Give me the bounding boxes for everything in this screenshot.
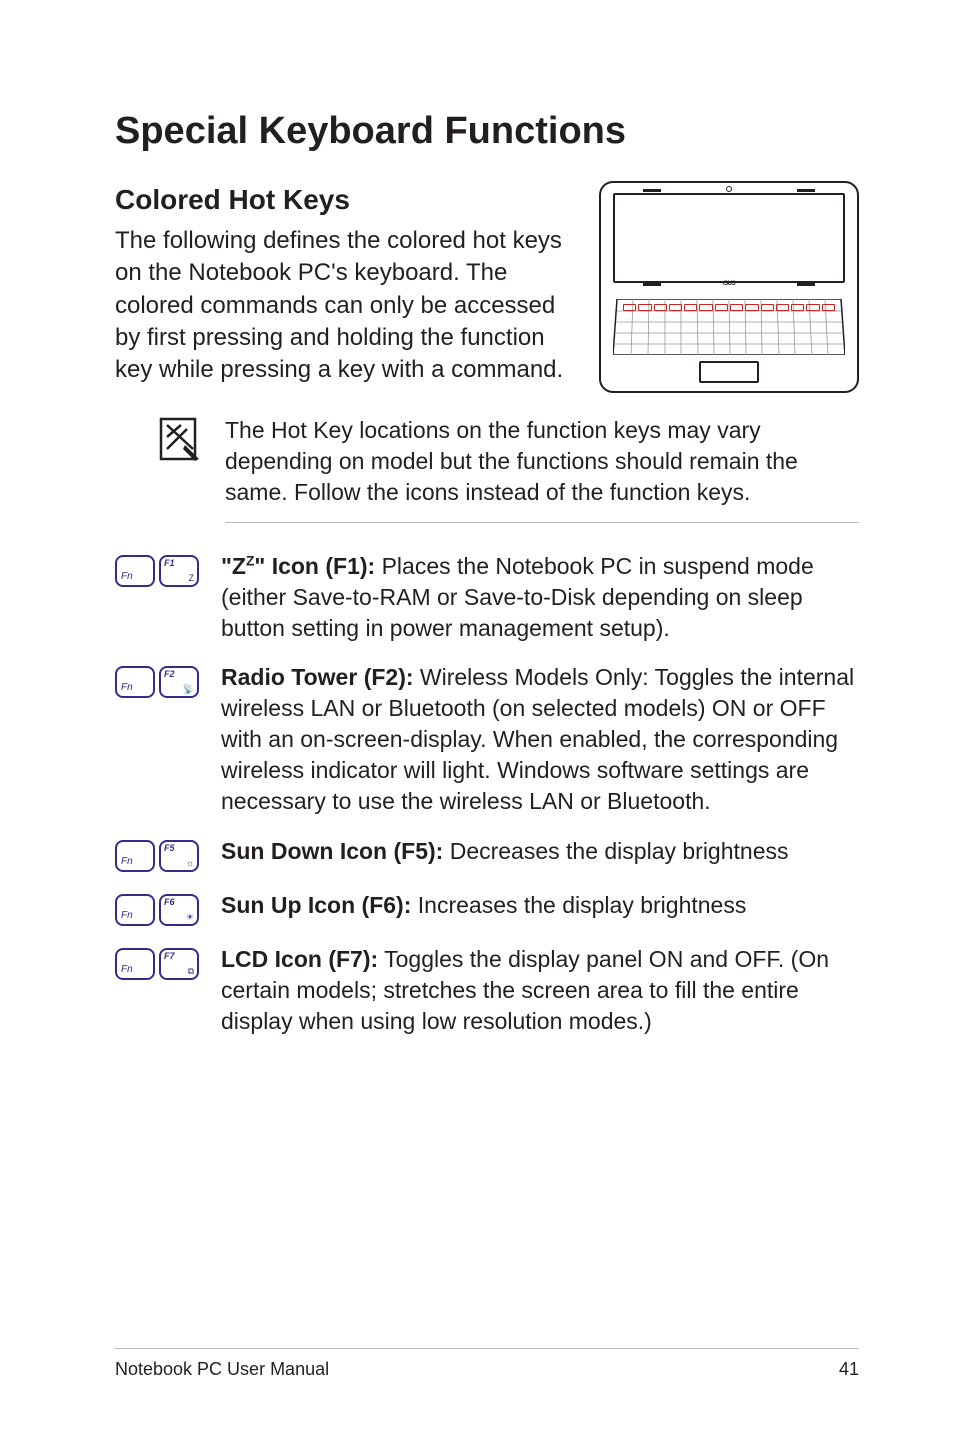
intro-paragraph: The following defines the colored hot ke… xyxy=(115,227,563,384)
key-pair: Fn F2 📡 xyxy=(115,662,213,698)
footer-left: Notebook PC User Manual xyxy=(115,1359,329,1380)
fn-key-icon: Fn xyxy=(115,894,155,926)
hotkey-description: "ZZ" Icon (F1): Places the Notebook PC i… xyxy=(221,551,859,644)
key-pair: Fn F1 Z xyxy=(115,551,213,587)
hotkey-title: LCD Icon (F7): xyxy=(221,946,378,972)
f6-key-icon: F6 ☀ xyxy=(159,894,199,926)
hotkey-body: Decreases the display brightness xyxy=(443,838,788,864)
laptop-base xyxy=(613,289,845,383)
hotkey-title: Sun Up Icon (F6): xyxy=(221,892,411,918)
f2-key-icon: F2 📡 xyxy=(159,666,199,698)
hotkey-description: Radio Tower (F2): Wireless Models Only: … xyxy=(221,662,859,817)
fn-key-icon: Fn xyxy=(115,948,155,980)
note-block: The Hot Key locations on the function ke… xyxy=(155,415,859,523)
footer-page-number: 41 xyxy=(839,1359,859,1380)
hotkey-title: Radio Tower (F2): xyxy=(221,664,414,690)
hotkey-item-f2: Fn F2 📡 Radio Tower (F2): Wireless Model… xyxy=(115,662,859,817)
f7-key-icon: F7 ⧉ xyxy=(159,948,199,980)
hotkey-title: "ZZ" Icon (F1): xyxy=(221,553,375,579)
section-heading: Colored Hot Keys xyxy=(115,181,571,219)
fn-key-icon: Fn xyxy=(115,555,155,587)
hotkey-description: Sun Down Icon (F5): Decreases the displa… xyxy=(221,836,859,867)
hotkey-body: Increases the display brightness xyxy=(411,892,746,918)
hotkey-item-f7: Fn F7 ⧉ LCD Icon (F7): Toggles the displ… xyxy=(115,944,859,1037)
fn-key-icon: Fn xyxy=(115,666,155,698)
hotkey-description: LCD Icon (F7): Toggles the display panel… xyxy=(221,944,859,1037)
note-icon xyxy=(155,415,203,463)
page-footer: Notebook PC User Manual 41 xyxy=(115,1348,859,1380)
hotkey-title: Sun Down Icon (F5): xyxy=(221,838,443,864)
trackpad-icon xyxy=(699,361,759,383)
keyboard-outline xyxy=(613,299,845,355)
intro-row: Colored Hot Keys The following defines t… xyxy=(115,181,859,393)
highlighted-fn-row xyxy=(623,304,835,311)
note-text: The Hot Key locations on the function ke… xyxy=(225,415,859,508)
key-pair: Fn F6 ☀ xyxy=(115,890,213,926)
hotkey-item-f1: Fn F1 Z "ZZ" Icon (F1): Places the Noteb… xyxy=(115,551,859,644)
laptop-illustration: /SUS xyxy=(599,181,859,393)
key-pair: Fn F7 ⧉ xyxy=(115,944,213,980)
laptop-screen: /SUS xyxy=(613,193,845,283)
key-pair: Fn F5 ☼ xyxy=(115,836,213,872)
f1-key-icon: F1 Z xyxy=(159,555,199,587)
camera-icon xyxy=(726,186,732,192)
f5-key-icon: F5 ☼ xyxy=(159,840,199,872)
intro-text-block: Colored Hot Keys The following defines t… xyxy=(115,181,571,387)
fn-key-icon: Fn xyxy=(115,840,155,872)
hotkey-item-f6: Fn F6 ☀ Sun Up Icon (F6): Increases the … xyxy=(115,890,859,926)
hotkey-description: Sun Up Icon (F6): Increases the display … xyxy=(221,890,859,921)
hotkey-item-f5: Fn F5 ☼ Sun Down Icon (F5): Decreases th… xyxy=(115,836,859,872)
page-title: Special Keyboard Functions xyxy=(115,110,859,153)
